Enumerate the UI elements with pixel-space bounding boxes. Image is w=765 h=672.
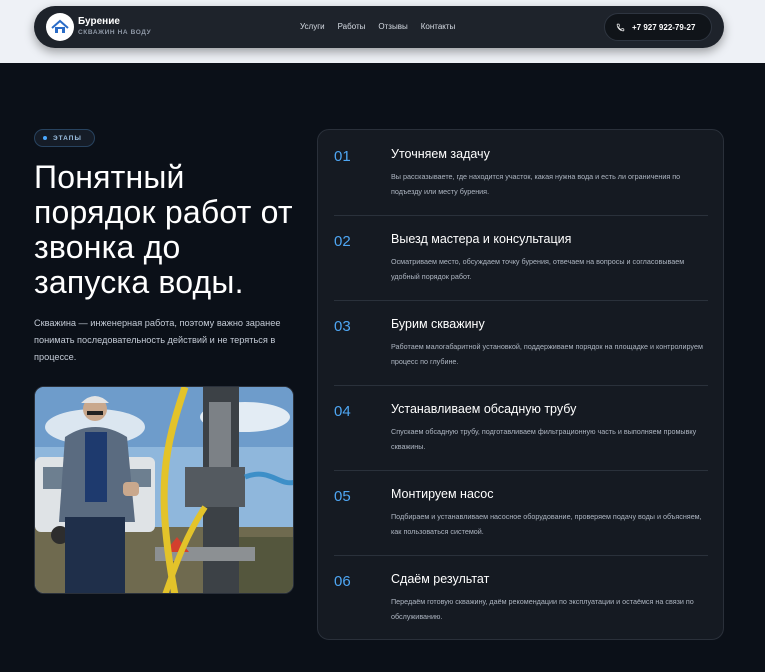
step-item: 06 Сдаём результат Передаём готовую сква… — [334, 555, 708, 640]
badge-label: ЭТАПЫ — [53, 134, 82, 142]
step-title: Сдаём результат — [391, 572, 490, 586]
step-number: 01 — [334, 148, 351, 165]
menu-item-services[interactable]: Услуги — [300, 22, 325, 31]
phone-icon — [616, 23, 625, 31]
phone-button[interactable]: +7 927 922-79-27 — [604, 13, 712, 41]
menu-item-works[interactable]: Работы — [338, 22, 366, 31]
step-title: Выезд мастера и консультация — [391, 232, 572, 246]
step-title: Уточняем задачу — [391, 147, 490, 161]
step-description: Работаем малогабаритной установкой, подд… — [391, 342, 703, 366]
step-description: Передаём готовую скважину, даём рекоменд… — [391, 597, 694, 621]
phone-number: +7 927 922-79-27 — [632, 22, 696, 32]
step-number: 03 — [334, 318, 351, 335]
step-item: 05 Монтируем насос Подбираем и устанавли… — [334, 470, 708, 555]
step-description: Осматриваем место, обсуждаем точку бурен… — [391, 257, 685, 281]
lead-text: Скважина — инженерная работа, поэтому ва… — [34, 318, 281, 362]
step-number: 04 — [334, 403, 351, 420]
step-item: 03 Бурим скважину Работаем малогабаритно… — [334, 300, 708, 385]
step-item: 01 Уточняем задачу Вы рассказываете, где… — [334, 130, 708, 215]
brand-name[interactable]: Бурение — [78, 16, 120, 27]
step-description: Спускаем обсадную трубу, подготавливаем … — [391, 427, 697, 451]
step-item: 02 Выезд мастера и консультация Осматрив… — [334, 215, 708, 300]
menu-item-contacts[interactable]: Контакты — [421, 22, 456, 31]
navbar: Бурение СКВАЖИН НА ВОДУ Услуги Работы От… — [34, 6, 724, 48]
step-description: Вы рассказываете, где находится участок,… — [391, 172, 681, 196]
step-title: Бурим скважину — [391, 317, 485, 331]
house-logo-icon[interactable] — [46, 13, 74, 41]
step-title: Монтируем насос — [391, 487, 494, 501]
step-title: Устанавливаем обсадную трубу — [391, 402, 577, 416]
steps-panel: 01 Уточняем задачу Вы рассказываете, где… — [317, 129, 724, 640]
main-menu: Услуги Работы Отзывы Контакты — [300, 22, 455, 31]
menu-item-reviews[interactable]: Отзывы — [378, 22, 407, 31]
section-badge: ЭТАПЫ — [34, 129, 95, 147]
page-title: Понятный порядок работ от звонка до запу… — [34, 159, 293, 300]
step-number: 02 — [334, 233, 351, 250]
brand-subtitle: СКВАЖИН НА ВОДУ — [78, 29, 152, 36]
dot-icon — [43, 136, 47, 140]
drilling-photo — [34, 386, 294, 594]
step-item: 04 Устанавливаем обсадную трубу Спускаем… — [334, 385, 708, 470]
step-number: 05 — [334, 488, 351, 505]
step-description: Подбираем и устанавливаем насосное обору… — [391, 512, 702, 536]
step-number: 06 — [334, 573, 351, 590]
